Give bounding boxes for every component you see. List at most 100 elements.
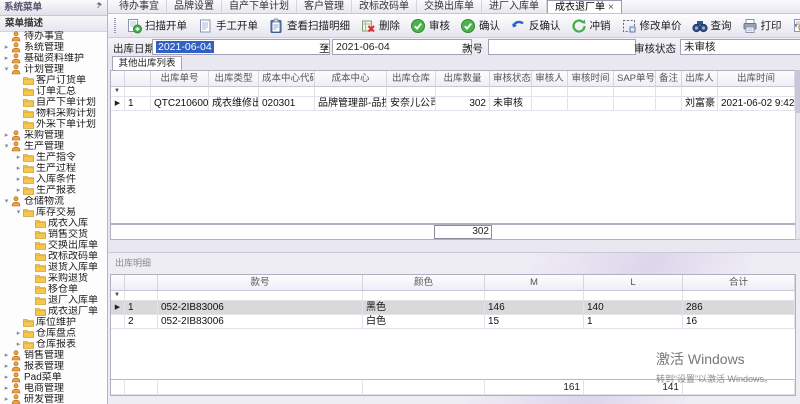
filter-cell[interactable]: [683, 291, 795, 301]
column-header[interactable]: 成本中心: [315, 71, 387, 87]
filter-cell[interactable]: [125, 87, 151, 97]
filter-cell[interactable]: [485, 291, 584, 301]
expand-icon[interactable]: ▸: [2, 42, 11, 53]
window-tab-6[interactable]: 交换出库单: [417, 0, 482, 13]
main-grid-scrollbar[interactable]: [795, 70, 800, 240]
toolbar-button-4[interactable]: 删除: [355, 17, 405, 35]
filter-cell[interactable]: [151, 87, 209, 97]
toolbar-button-6[interactable]: 确认: [455, 17, 505, 35]
collapse-icon[interactable]: ▾: [2, 141, 11, 152]
tree-item-24[interactable]: 移仓单: [0, 284, 107, 295]
table-row[interactable]: ▶1052-2IB83006黑色146140286: [111, 301, 795, 315]
tree-item-28[interactable]: ▸仓库盘点: [0, 328, 107, 339]
tree-item-27[interactable]: 库位维护: [0, 317, 107, 328]
expand-icon[interactable]: ▸: [2, 361, 11, 372]
column-header[interactable]: [111, 71, 125, 87]
tree-item-22[interactable]: 退货入库单: [0, 262, 107, 273]
tree-item-16[interactable]: ▾仓储物流: [0, 196, 107, 207]
window-tab-4[interactable]: 客户管理: [297, 0, 352, 13]
tree-item-9[interactable]: 外采下单计划: [0, 119, 107, 130]
filter-cell[interactable]: [125, 291, 158, 301]
tree-item-30[interactable]: ▸销售管理: [0, 350, 107, 361]
tree-item-6[interactable]: 订单汇总: [0, 86, 107, 97]
column-header[interactable]: 出库仓库: [387, 71, 436, 87]
column-header[interactable]: 出库单号: [151, 71, 209, 87]
column-header[interactable]: 合计: [683, 275, 795, 291]
expand-icon[interactable]: ▸: [14, 163, 23, 174]
filter-cell[interactable]: [614, 87, 656, 97]
filter-cell[interactable]: [209, 87, 259, 97]
toolbar-button-9[interactable]: 修改单价: [616, 17, 687, 35]
filter-cell[interactable]: [718, 87, 795, 97]
column-header[interactable]: 审核时间: [568, 71, 614, 87]
filter-cell[interactable]: [315, 87, 387, 97]
tree-item-13[interactable]: ▸生产过程: [0, 163, 107, 174]
filter-cell[interactable]: [584, 291, 683, 301]
toolbar-button-1[interactable]: 扫描开单: [121, 17, 192, 35]
column-header[interactable]: 备注: [656, 71, 682, 87]
window-tab-3[interactable]: 自产下单计划: [222, 0, 297, 13]
filter-cell[interactable]: [532, 87, 568, 97]
expand-icon[interactable]: ▸: [2, 383, 11, 394]
toolbar-button-8[interactable]: 冲销: [566, 17, 616, 35]
column-header[interactable]: SAP单号: [614, 71, 656, 87]
tree-item-20[interactable]: 交换出库单: [0, 240, 107, 251]
date-to-combo[interactable]: 2021-06-04 ▾: [332, 39, 472, 55]
toolbar-grip[interactable]: [114, 18, 116, 33]
tree-item-23[interactable]: 采购退货: [0, 273, 107, 284]
tree-item-29[interactable]: ▸仓库报表: [0, 339, 107, 350]
tree-item-1[interactable]: 待办事宜: [0, 31, 107, 42]
tree-item-12[interactable]: ▸生产指令: [0, 152, 107, 163]
toolbar-overflow-icon[interactable]: ▾: [794, 21, 798, 30]
toolbar-button-10[interactable]: 查询: [687, 17, 737, 35]
column-header[interactable]: 审核状态: [490, 71, 532, 87]
style-input[interactable]: [488, 39, 636, 55]
tree-item-32[interactable]: ▸Pad菜单: [0, 372, 107, 383]
column-header[interactable]: 款号: [158, 275, 363, 291]
expand-icon[interactable]: ▸: [2, 372, 11, 383]
tree-item-26[interactable]: 成衣退厂单: [0, 306, 107, 317]
expand-icon[interactable]: ▸: [14, 174, 23, 185]
toolbar-button-7[interactable]: 反确认: [505, 17, 566, 35]
toolbar-button-11[interactable]: 打印: [737, 17, 787, 35]
column-header[interactable]: 出库人: [682, 71, 718, 87]
window-tab-7[interactable]: 进厂入库单: [482, 0, 547, 13]
filter-cell[interactable]: [259, 87, 315, 97]
column-header[interactable]: 颜色: [363, 275, 485, 291]
tree-item-31[interactable]: ▸报表管理: [0, 361, 107, 372]
tree-item-17[interactable]: ▾库存交易: [0, 207, 107, 218]
scrollbar-thumb[interactable]: [796, 71, 800, 113]
grid-filter-row[interactable]: ▼: [111, 291, 795, 301]
expand-icon[interactable]: ▸: [14, 152, 23, 163]
collapse-icon[interactable]: ▾: [14, 207, 23, 218]
tab-other-outbound-list[interactable]: 其他出库列表: [112, 56, 182, 70]
column-header[interactable]: 出库数量: [436, 71, 490, 87]
filter-cell[interactable]: [682, 87, 718, 97]
column-header[interactable]: [125, 71, 151, 87]
toolbar-button-3[interactable]: 查看扫描明细: [263, 17, 355, 35]
filter-cell[interactable]: [490, 87, 532, 97]
tree-item-19[interactable]: 销售交货: [0, 229, 107, 240]
column-header[interactable]: [125, 275, 158, 291]
expand-icon[interactable]: ▸: [14, 339, 23, 350]
filter-cell[interactable]: [436, 87, 490, 97]
tree-item-15[interactable]: ▸生产报表: [0, 185, 107, 196]
column-header[interactable]: 出库类型: [209, 71, 259, 87]
toolbar-button-2[interactable]: 手工开单: [192, 17, 263, 35]
filter-indicator-icon[interactable]: ▼: [111, 87, 125, 97]
pin-icon[interactable]: [95, 0, 103, 15]
tree-item-3[interactable]: ▸基础资料维护: [0, 53, 107, 64]
close-icon[interactable]: ×: [608, 1, 614, 13]
tree-item-4[interactable]: ▾计划管理: [0, 64, 107, 75]
tree-item-25[interactable]: 退厂入库单: [0, 295, 107, 306]
toolbar-button-5[interactable]: 审核: [405, 17, 455, 35]
status-combo[interactable]: 未审核 ▾: [680, 39, 800, 55]
filter-cell[interactable]: [363, 291, 485, 301]
tree-item-7[interactable]: 自产下单计划: [0, 97, 107, 108]
column-header[interactable]: 出库时间: [718, 71, 795, 87]
expand-icon[interactable]: ▸: [2, 130, 11, 141]
tree-item-33[interactable]: ▸电商管理: [0, 383, 107, 394]
filter-cell[interactable]: [656, 87, 682, 97]
column-header[interactable]: 审核人: [532, 71, 568, 87]
table-row[interactable]: ▶1QTC21060010成衣维修出库020301品牌管理部-品控中心安奈儿公司…: [111, 97, 795, 111]
